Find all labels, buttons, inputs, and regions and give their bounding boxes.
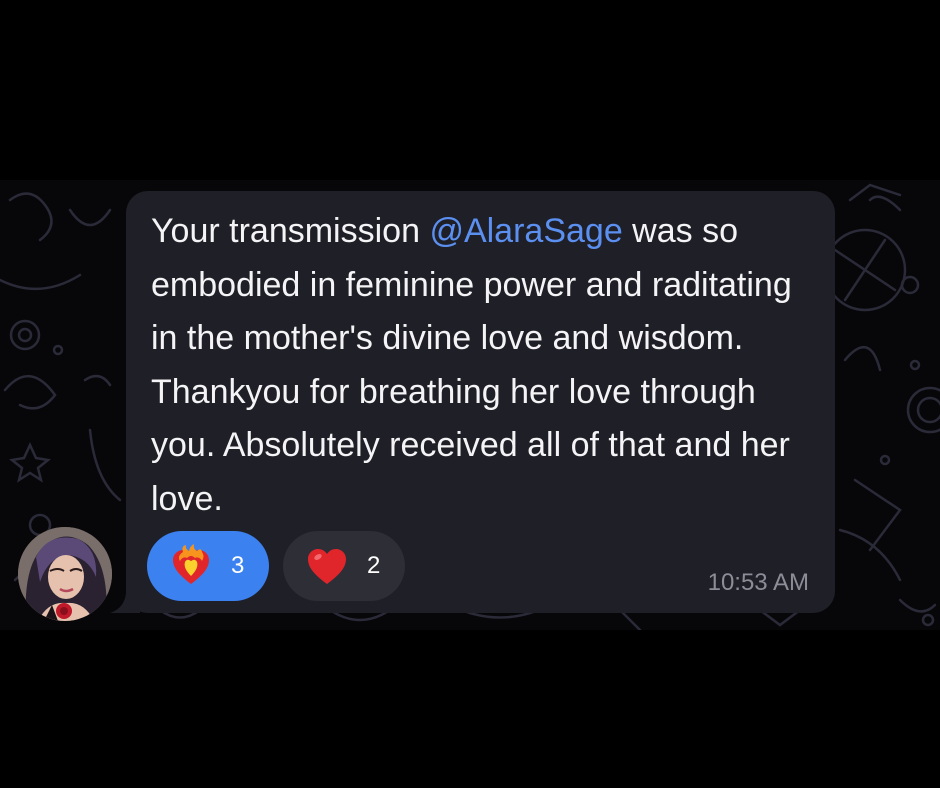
reaction-count: 2 xyxy=(367,552,381,579)
reaction-red-heart[interactable]: 2 xyxy=(283,531,405,601)
reaction-count: 3 xyxy=(231,552,245,579)
message-timestamp: 10:53 AM xyxy=(707,569,809,596)
reaction-heart-on-fire[interactable]: 3 xyxy=(147,531,269,601)
message-bubble[interactable]: Your transmission @AlaraSage was so embo… xyxy=(126,191,835,613)
red-heart-icon xyxy=(308,549,346,584)
user-avatar-image xyxy=(18,527,112,621)
avatar[interactable] xyxy=(18,527,112,621)
message-text: Your transmission @AlaraSage was so embo… xyxy=(151,212,792,518)
mention-link[interactable]: @AlaraSage xyxy=(429,212,622,250)
heart-on-fire-icon xyxy=(173,544,209,584)
